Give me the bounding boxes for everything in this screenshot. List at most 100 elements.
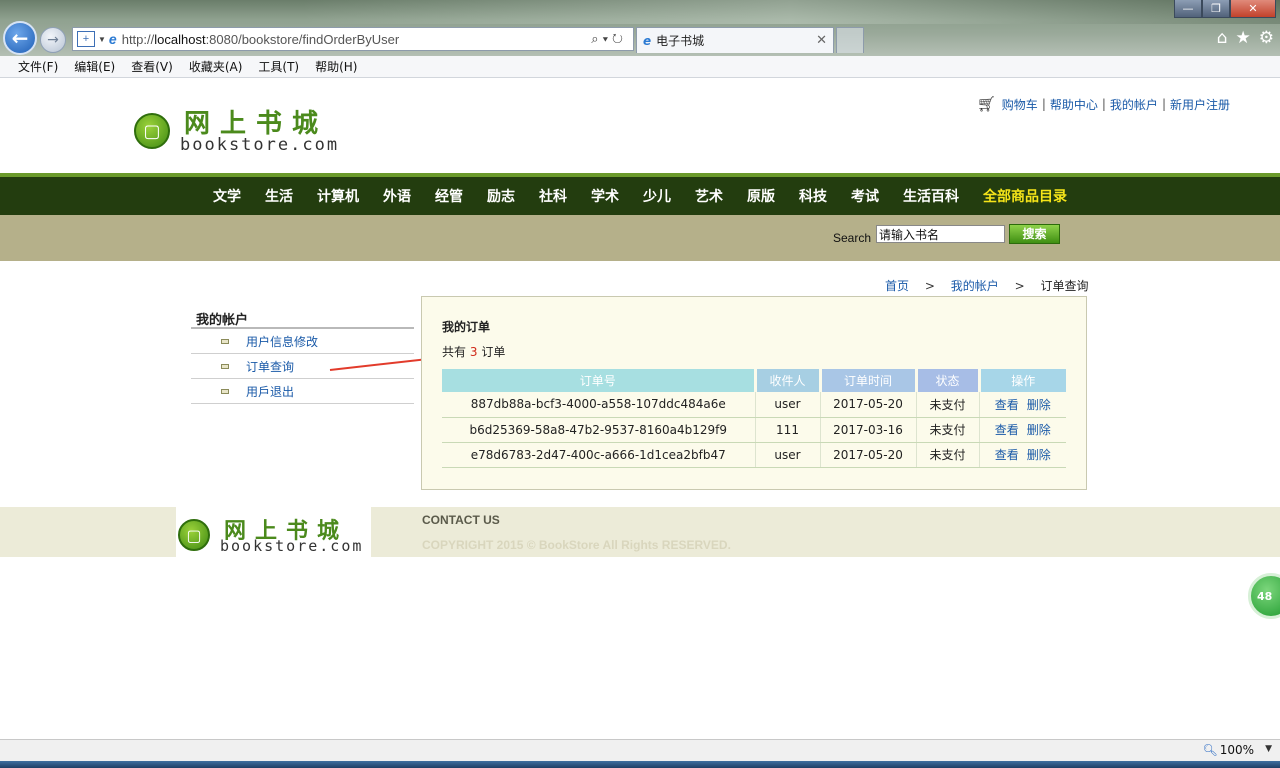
menu-tools[interactable]: 工具(T) [258,58,299,75]
chevron-down-icon[interactable]: ▼ [98,35,106,44]
order-id: 887db88a-bcf3-4000-a558-107ddc484a6e [442,392,756,418]
arrow-left-icon: ← [11,26,29,50]
nav-item-art[interactable]: 艺术 [695,186,723,206]
nav-item-original[interactable]: 原版 [747,186,775,206]
order-id: e78d6783-2d47-400c-a666-1d1cea2bfb47 [442,442,756,468]
maximize-button[interactable]: ❐ [1202,0,1230,18]
cart-icon[interactable]: 🛒︎ [977,95,996,113]
page-footer: ▢ 网上书城 bookstore.com CONTACT US COPYRIGH… [0,507,1280,557]
sidebar-item-label[interactable]: 用戶退出 [246,383,294,400]
order-status: 未支付 [916,392,980,418]
help-center-link[interactable]: 帮助中心 [1050,96,1098,113]
browser-menubar: 文件(F) 编辑(E) 查看(V) 收藏夹(A) 工具(T) 帮助(H) [0,56,1280,78]
tab-title: 电子书城 [656,34,705,48]
browser-toolbar-icons: ⌂ ★ ⚙ [1217,28,1274,48]
search-input[interactable] [876,225,1005,243]
menu-help[interactable]: 帮助(H) [315,58,357,75]
table-row: e78d6783-2d47-400c-a666-1d1cea2bfb47 use… [442,442,1066,468]
menu-file[interactable]: 文件(F) [18,58,58,75]
nav-item-foreign-language[interactable]: 外语 [383,186,411,206]
column-order-id: 订单号 [442,369,757,392]
gear-icon[interactable]: ⚙ [1259,28,1274,48]
delete-order-link[interactable]: 删除 [1027,398,1051,412]
orders-panel: 我的订单 共有 3 订单 订单号 收件人 订单时间 状态 操作 887db88a… [421,296,1087,490]
back-button[interactable]: ← [3,21,37,55]
close-icon[interactable]: ✕ [816,33,827,48]
bullet-icon [221,338,229,344]
browser-statusbar: 🔍︎ 100% ▼ [0,739,1280,761]
top-links: 🛒︎ 购物车 | 帮助中心 | 我的帐户 | 新用户注册 [976,95,1230,113]
nav-item-all-products[interactable]: 全部商品目录 [983,186,1067,206]
address-bar[interactable]: + ▼ e http://localhost:8080/bookstore/fi… [72,27,634,51]
site-logo[interactable]: ▢ 网上书城 bookstore.com [134,93,344,155]
nav-item-exam[interactable]: 考试 [851,186,879,206]
order-status: 未支付 [916,442,980,468]
order-status: 未支付 [916,417,980,443]
order-receiver: user [755,442,821,468]
my-account-link[interactable]: 我的帐户 [1110,96,1158,113]
search-refresh-icons[interactable]: ⌕▾↻ [591,31,627,47]
nav-item-life[interactable]: 生活 [265,186,293,206]
contact-us-link[interactable]: CONTACT US [422,513,500,527]
menu-edit[interactable]: 编辑(E) [74,58,115,75]
floating-speed-badge[interactable]: 48 [1248,573,1280,619]
nav-item-academic[interactable]: 学术 [591,186,619,206]
delete-order-link[interactable]: 删除 [1027,448,1051,462]
book-logo-icon: ▢ [178,519,210,551]
sidebar-item-label[interactable]: 用户信息修改 [246,333,318,350]
bullet-icon [221,388,229,394]
close-window-button[interactable]: ✕ [1230,0,1276,18]
book-logo-icon: ▢ [134,113,170,149]
nav-item-computer[interactable]: 计算机 [317,186,359,206]
zoom-level[interactable]: 🔍︎ 100% [1202,743,1254,757]
view-order-link[interactable]: 查看 [995,448,1019,462]
column-status: 状态 [916,369,981,392]
sidebar-item-label[interactable]: 订单查询 [246,358,294,375]
star-icon[interactable]: ★ [1236,28,1251,48]
menu-view[interactable]: 查看(V) [131,58,173,75]
breadcrumb: 首页 > 我的帐户 > 订单查询 [885,279,1089,293]
sidebar-item-logout[interactable]: 用戶退出 [191,379,414,404]
arrow-right-icon: → [47,32,59,48]
home-icon[interactable]: ⌂ [1217,28,1228,48]
column-actions: 操作 [979,369,1066,392]
view-order-link[interactable]: 查看 [995,398,1019,412]
nav-item-children[interactable]: 少儿 [643,186,671,206]
compat-view-icon[interactable]: + [77,31,95,47]
breadcrumb-home[interactable]: 首页 [885,279,909,293]
nav-item-inspiration[interactable]: 励志 [487,186,515,206]
table-row: 887db88a-bcf3-4000-a558-107ddc484a6e use… [442,392,1066,418]
cart-link[interactable]: 购物车 [1002,96,1038,113]
order-actions: 查看 删除 [979,442,1066,468]
menu-favorites[interactable]: 收藏夹(A) [189,58,243,75]
breadcrumb-account[interactable]: 我的帐户 [951,279,999,293]
category-navbar: 文学 生活 计算机 外语 经管 励志 社科 学术 少儿 艺术 原版 科技 考试 … [0,177,1280,215]
copyright-text: COPYRIGHT 2015 © BookStore All Rights RE… [422,538,731,552]
view-order-link[interactable]: 查看 [995,423,1019,437]
search-button[interactable]: 搜索 [1009,224,1060,244]
os-taskbar [0,761,1280,768]
url-text[interactable]: http://localhost:8080/bookstore/findOrde… [122,32,592,47]
minimize-button[interactable]: — [1174,0,1202,18]
register-link[interactable]: 新用户注册 [1170,96,1230,113]
nav-item-literature[interactable]: 文学 [213,186,241,206]
ie-page-icon: e [108,31,117,47]
zoom-icon: 🔍︎ [1202,743,1218,757]
chevron-down-icon[interactable]: ▼ [1265,744,1272,754]
nav-item-encyclopedia[interactable]: 生活百科 [903,186,959,206]
browser-tab[interactable]: e 电子书城 ✕ [636,27,834,53]
browser-title-area: — ❐ ✕ ← → + ▼ e http://localhost:8080/bo… [0,0,1280,56]
breadcrumb-current: 订单查询 [1040,279,1089,293]
order-time: 2017-05-20 [820,442,917,468]
nav-item-social-science[interactable]: 社科 [539,186,567,206]
order-actions: 查看 删除 [979,417,1066,443]
new-tab-button[interactable] [836,27,864,53]
sidebar-title: 我的帐户 [191,305,414,329]
search-label: Search [833,231,872,245]
ie-tab-icon: e [643,33,652,48]
nav-item-technology[interactable]: 科技 [799,186,827,206]
delete-order-link[interactable]: 删除 [1027,423,1051,437]
forward-button[interactable]: → [40,27,66,53]
order-time: 2017-03-16 [820,417,917,443]
nav-item-business[interactable]: 经管 [435,186,463,206]
